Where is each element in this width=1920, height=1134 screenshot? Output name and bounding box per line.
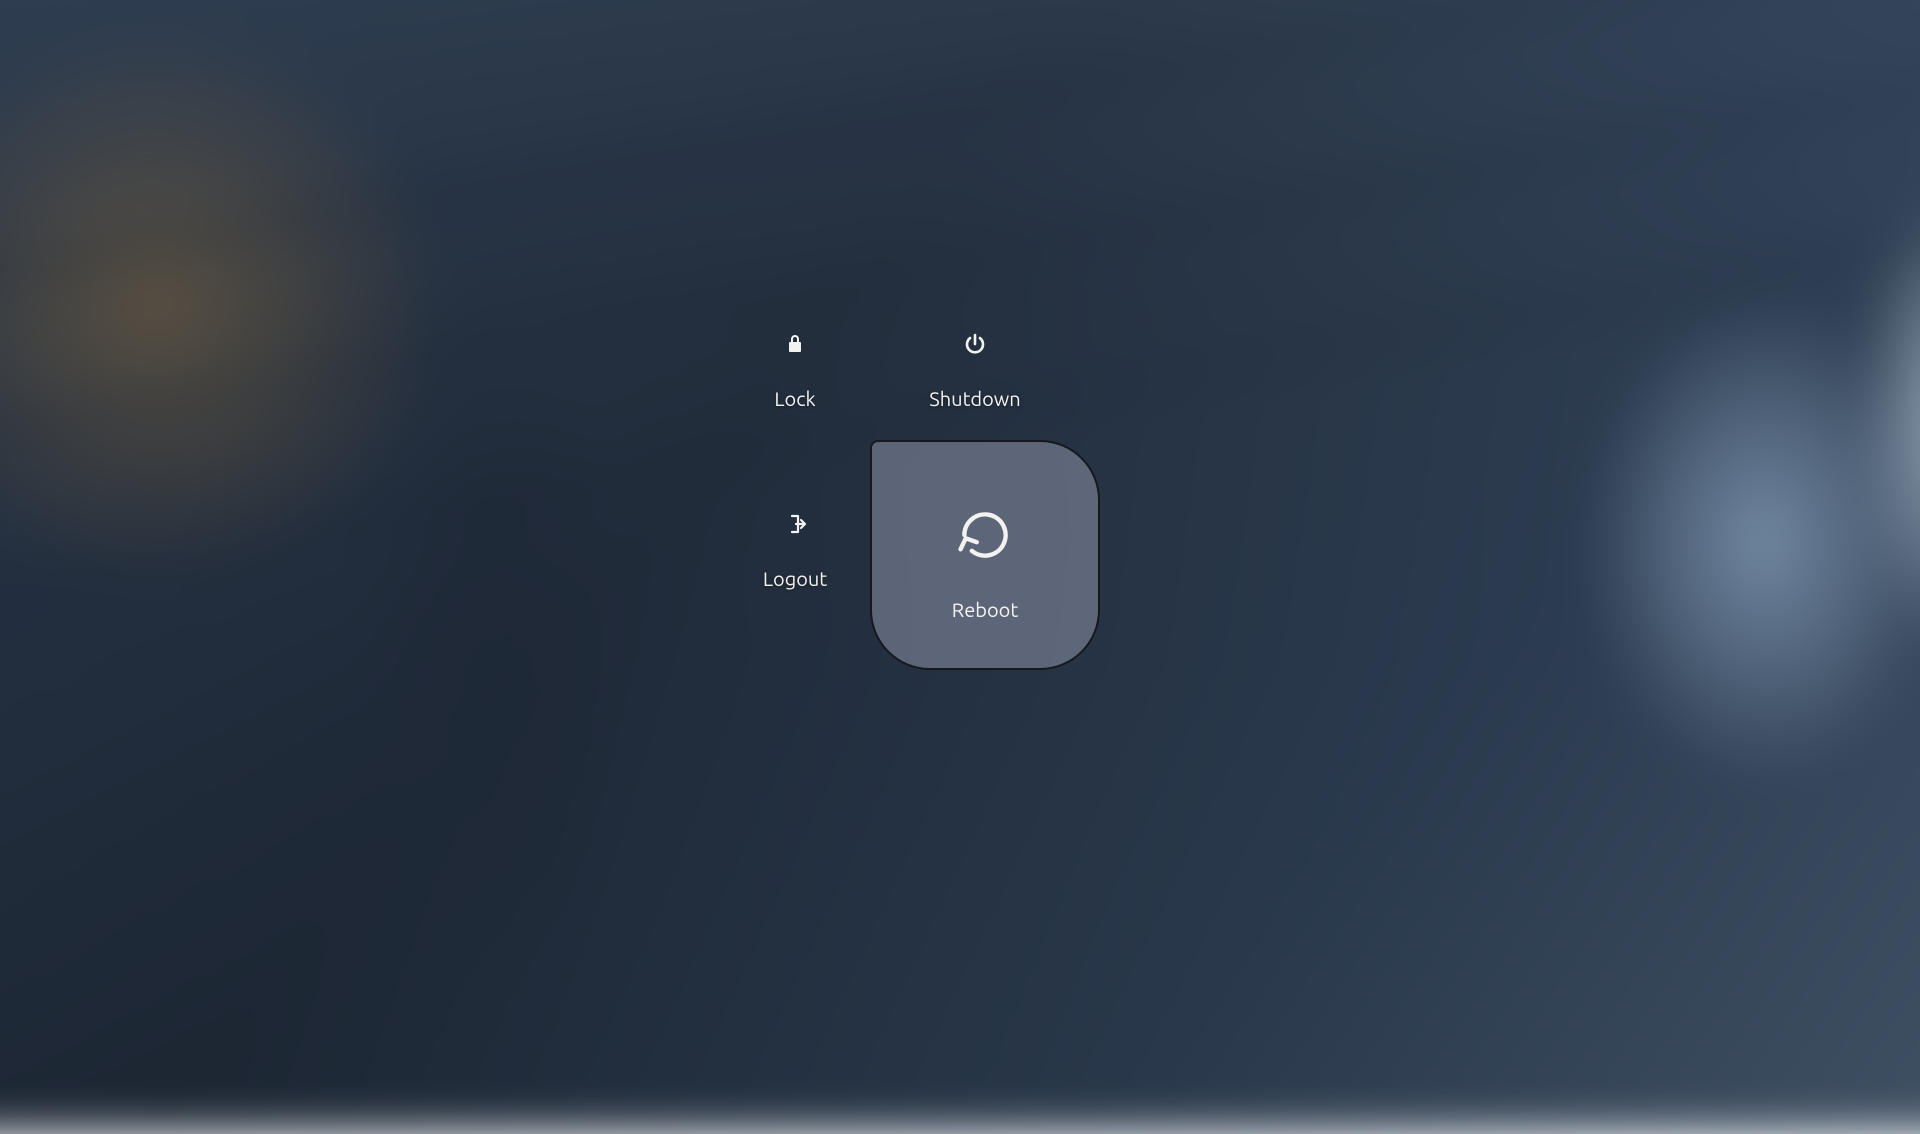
logout-label: Logout bbox=[763, 567, 827, 590]
logout-button[interactable]: Logout bbox=[710, 490, 880, 610]
lock-button[interactable]: Lock bbox=[710, 310, 880, 430]
reboot-label: Reboot bbox=[952, 598, 1018, 621]
power-menu: Lock Shutdown Logout bbox=[690, 290, 1250, 730]
reboot-button[interactable]: Reboot bbox=[870, 440, 1100, 670]
shutdown-label: Shutdown bbox=[929, 387, 1020, 410]
shutdown-button[interactable]: Shutdown bbox=[890, 310, 1060, 430]
power-icon bbox=[963, 331, 987, 357]
lock-icon bbox=[783, 331, 807, 357]
reboot-icon bbox=[952, 500, 1018, 570]
power-menu-overlay: Lock Shutdown Logout bbox=[0, 0, 1920, 1080]
lock-label: Lock bbox=[774, 387, 815, 410]
logout-icon bbox=[783, 511, 807, 537]
